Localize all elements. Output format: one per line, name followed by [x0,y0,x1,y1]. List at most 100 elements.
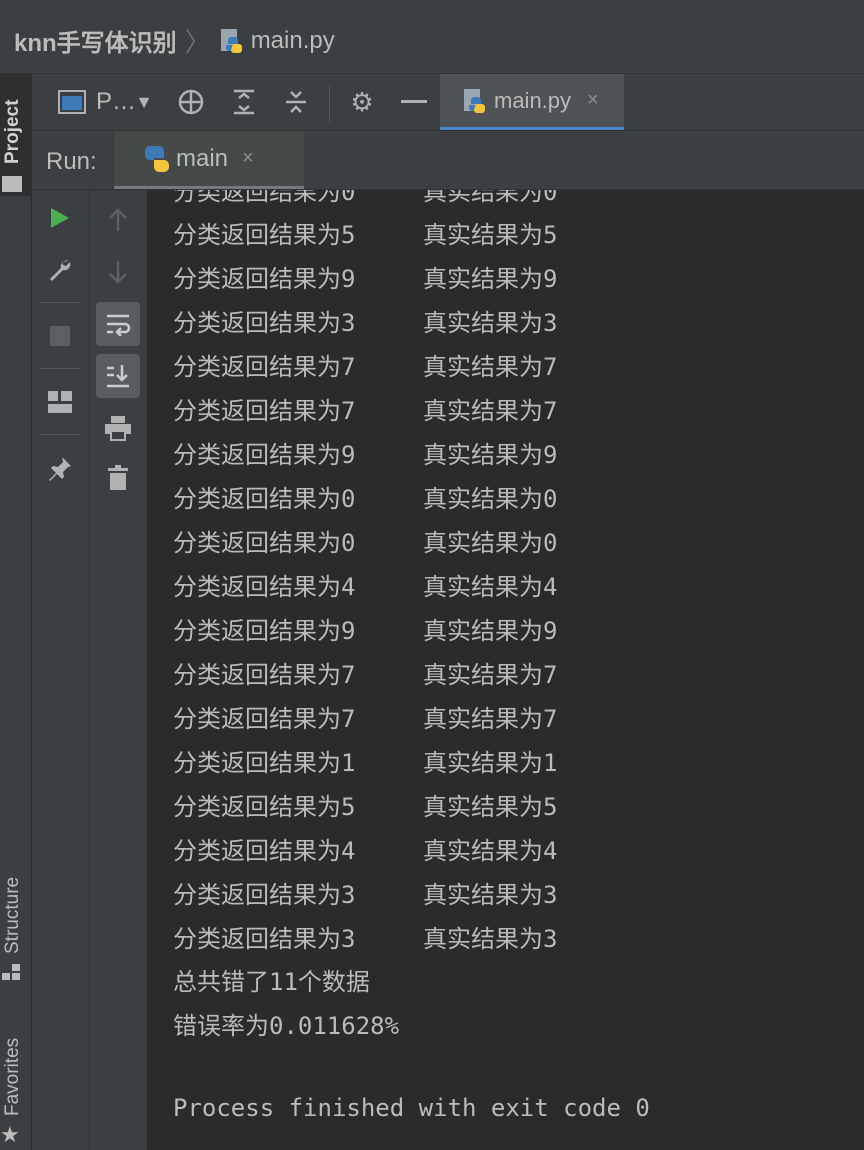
minimize-icon[interactable] [398,86,430,118]
predicted-result: 分类返回结果为9 [173,265,356,293]
run-tab-label: main [176,144,229,172]
console-line: 分类返回结果为1 真实结果为1 [173,743,557,777]
locate-target-icon[interactable] [175,86,207,118]
predicted-result: 分类返回结果为0 [173,529,356,557]
console-line: 分类返回结果为0 真实结果为0 [173,190,557,206]
editor-tab-main-py[interactable]: main.py × [440,74,624,130]
run-tab-main[interactable]: main × [114,131,304,189]
process-exit-line: Process finished with exit code 0 [173,1094,650,1122]
actual-result: 真实结果为0 [423,529,558,557]
predicted-result: 分类返回结果为9 [173,441,356,469]
arrow-down-icon[interactable] [102,256,134,288]
layout-icon[interactable] [44,386,76,418]
dropdown-caret-icon[interactable]: ▼ [128,86,160,118]
trash-icon[interactable] [102,462,134,494]
actual-result: 真实结果为1 [423,749,558,777]
run-label: Run: [46,148,97,175]
actual-result: 真实结果为7 [423,353,558,381]
console-line: 分类返回结果为7 真实结果为7 [173,347,557,381]
navigation-breadcrumb: knn手写体识别 〉 main.py [0,8,864,74]
wrench-icon[interactable] [44,254,76,286]
chevron-right-icon: 〉 [184,27,211,57]
structure-icon [2,964,20,980]
predicted-result: 分类返回结果为3 [173,309,356,337]
left-tool-strip: Project Structure Favorites ★ [0,74,32,1150]
predicted-result: 分类返回结果为0 [173,485,356,513]
actual-result: 真实结果为9 [423,441,558,469]
structure-tool-tab[interactable]: Structure [0,854,31,984]
star-icon: ★ [0,1122,20,1147]
console-line: 分类返回结果为4 真实结果为4 [173,831,557,865]
console-line: 分类返回结果为3 真实结果为3 [173,919,557,953]
run-tool-header: Run: main × [32,131,864,190]
actual-result: 真实结果为3 [423,925,558,953]
gear-icon[interactable]: ⚙ [346,86,378,118]
console-line: 分类返回结果为0 真实结果为0 [173,523,557,557]
predicted-result: 分类返回结果为0 [173,190,356,206]
actual-result: 真实结果为3 [423,881,558,909]
actual-result: 真实结果为0 [423,485,558,513]
actual-result: 真实结果为3 [423,309,558,337]
project-toolbar: P… ▼ ⚙ main.py × [32,74,864,131]
predicted-result: 分类返回结果为7 [173,661,356,689]
folder-icon [2,176,22,192]
python-file-icon [219,28,245,54]
collapse-all-icon[interactable] [280,86,312,118]
error-rate-line: 错误率为0.011628% [173,1012,400,1040]
actual-result: 真实结果为0 [423,190,558,206]
scroll-to-end-icon[interactable] [96,354,140,398]
arrow-up-icon[interactable] [102,204,134,236]
total-errors-line: 总共错了11个数据 [173,968,370,996]
editor-tab-label: main.py [494,87,572,113]
actual-result: 真实结果为9 [423,265,558,293]
actual-result: 真实结果为9 [423,617,558,645]
console-actions-column [90,190,148,1150]
console-line: 分类返回结果为3 真实结果为3 [173,875,557,909]
predicted-result: 分类返回结果为7 [173,397,356,425]
console-line: 分类返回结果为4 真实结果为4 [173,567,557,601]
python-icon [140,144,170,174]
predicted-result: 分类返回结果为3 [173,881,356,909]
console-line: 分类返回结果为7 真实结果为7 [173,655,557,689]
toolbar-divider [329,86,330,122]
console-line: 分类返回结果为7 真实结果为7 [173,699,557,733]
console-line: 分类返回结果为5 真实结果为5 [173,215,557,249]
console-line: 分类返回结果为3 真实结果为3 [173,303,557,337]
actual-result: 真实结果为4 [423,573,558,601]
breadcrumb-project[interactable]: knn手写体识别 [14,23,177,58]
soft-wrap-icon[interactable] [96,302,140,346]
window-icon [56,86,88,118]
rerun-play-icon[interactable] [44,202,76,234]
predicted-result: 分类返回结果为5 [173,221,356,249]
pin-icon[interactable] [44,452,76,484]
stop-icon[interactable] [44,320,76,352]
predicted-result: 分类返回结果为7 [173,353,356,381]
close-icon[interactable]: × [587,89,599,112]
expand-all-icon[interactable] [228,86,260,118]
project-tool-tab[interactable]: Project [0,74,31,196]
breadcrumb-file[interactable]: main.py [251,27,335,55]
divider [40,434,80,435]
project-tab-label: Project [2,99,23,164]
console-line: 分类返回结果为5 真实结果为5 [173,787,557,821]
console-line: 分类返回结果为9 真实结果为9 [173,435,557,469]
actual-result: 真实结果为5 [423,221,558,249]
actual-result: 真实结果为7 [423,661,558,689]
predicted-result: 分类返回结果为1 [173,749,356,777]
predicted-result: 分类返回结果为4 [173,573,356,601]
actual-result: 真实结果为4 [423,837,558,865]
predicted-result: 分类返回结果为7 [173,705,356,733]
window-top-strip [0,0,864,8]
python-file-icon [462,88,488,114]
predicted-result: 分类返回结果为5 [173,793,356,821]
close-icon[interactable]: × [242,147,254,170]
print-icon[interactable] [102,412,134,444]
favorites-tool-tab[interactable]: Favorites ★ [0,1024,31,1150]
console-output[interactable]: 分类返回结果为0 真实结果为0 分类返回结果为5 真实结果为5 分类返回结果为9 真实结… [148,190,864,1150]
structure-tab-label: Structure [2,876,23,954]
divider [40,302,80,303]
console-line: 分类返回结果为9 真实结果为9 [173,259,557,293]
console-line: 分类返回结果为0 真实结果为0 [173,479,557,513]
favorites-tab-label: Favorites [2,1037,23,1116]
actual-result: 真实结果为7 [423,705,558,733]
